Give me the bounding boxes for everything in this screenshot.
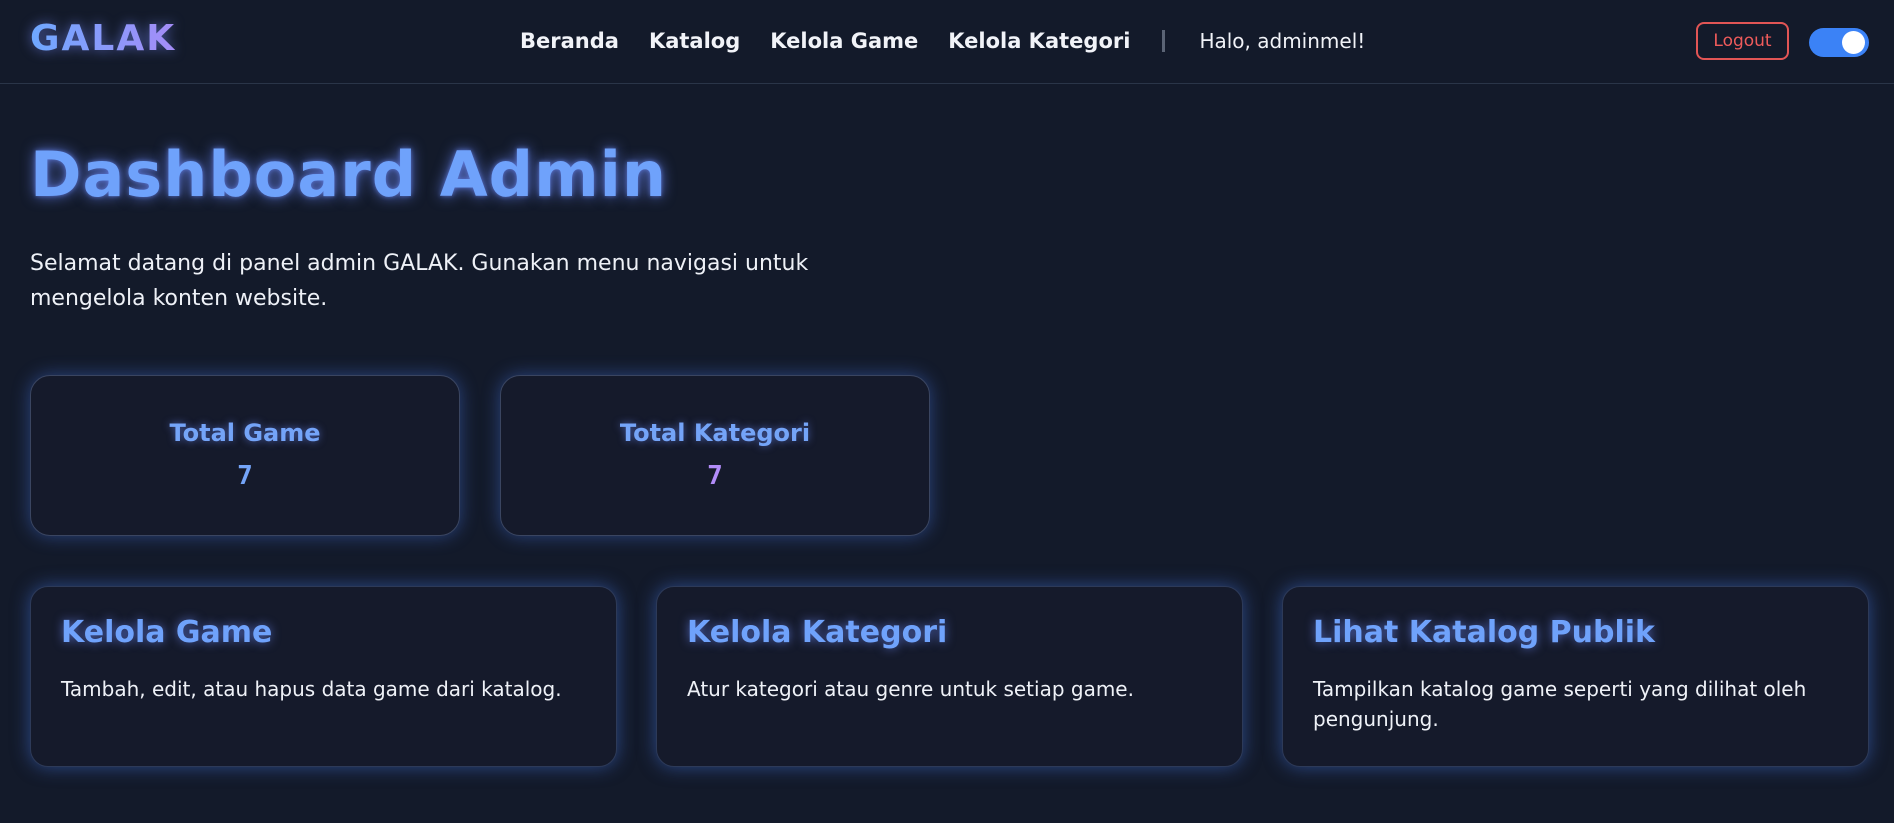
nav-link-kelola-game[interactable]: Kelola Game: [770, 29, 918, 53]
action-card-kelola-game[interactable]: Kelola Game Tambah, edit, atau hapus dat…: [30, 586, 617, 767]
page-title: Dashboard Admin: [30, 138, 668, 211]
nav-link-katalog[interactable]: Katalog: [649, 29, 740, 53]
action-card-title: Kelola Game: [61, 615, 273, 650]
stat-label: Total Kategori: [619, 419, 811, 447]
user-greeting: Halo, adminmel!: [1199, 29, 1366, 53]
action-card-kelola-kategori[interactable]: Kelola Kategori Atur kategori atau genre…: [656, 586, 1243, 767]
logout-button[interactable]: Logout: [1696, 22, 1789, 60]
stat-value: 7: [707, 461, 723, 491]
site-logo[interactable]: GALAK: [30, 18, 176, 59]
navbar: GALAK Beranda Katalog Kelola Game Kelola…: [0, 0, 1894, 84]
intro-text: Selamat datang di panel admin GALAK. Gun…: [30, 251, 809, 311]
action-card-description: Tambah, edit, atau hapus data game dari …: [61, 677, 562, 701]
action-card-lihat-katalog-publik[interactable]: Lihat Katalog Publik Tampilkan katalog g…: [1282, 586, 1869, 767]
nav-link-kelola-kategori[interactable]: Kelola Kategori: [948, 29, 1130, 53]
action-card-title: Lihat Katalog Publik: [1313, 615, 1656, 650]
theme-toggle[interactable]: [1809, 28, 1869, 57]
nav-link-beranda[interactable]: Beranda: [520, 29, 619, 53]
action-card-description: Atur kategori atau genre untuk setiap ga…: [687, 677, 1134, 701]
action-card-title: Kelola Kategori: [687, 615, 948, 650]
action-card-description: Tampilkan katalog game seperti yang dili…: [1313, 677, 1807, 731]
toggle-knob: [1842, 31, 1865, 54]
nav-divider: [1162, 30, 1166, 52]
stat-card-total-kategori: Total Kategori 7: [500, 375, 930, 536]
main-nav: Beranda Katalog Kelola Game Kelola Kateg…: [520, 26, 1365, 56]
stat-label: Total Game: [169, 419, 321, 447]
stat-value: 7: [237, 461, 253, 491]
stat-card-total-game: Total Game 7: [30, 375, 460, 536]
